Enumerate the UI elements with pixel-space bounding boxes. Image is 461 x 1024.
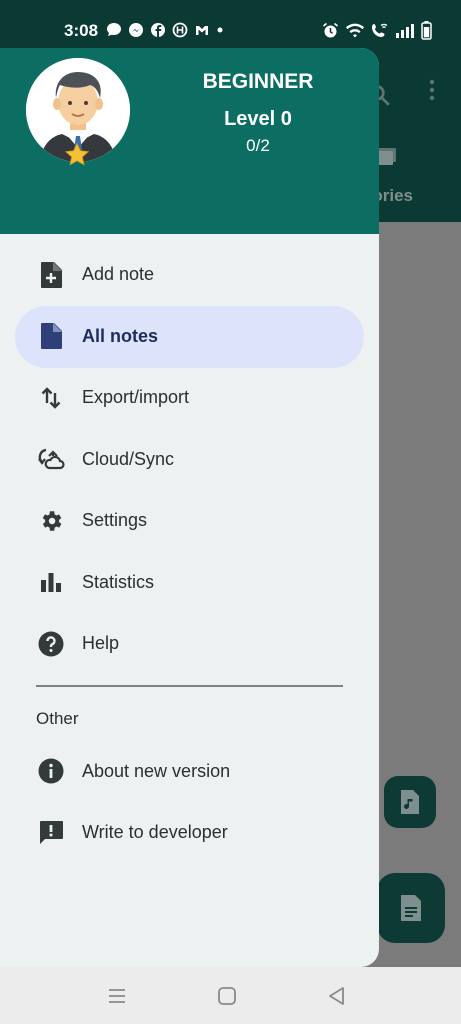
menu-item-label: Write to developer [82, 822, 228, 843]
messenger-icon [129, 23, 143, 37]
status-time: 3:08 [64, 21, 99, 40]
text-file-icon [401, 895, 421, 921]
battery-icon [421, 21, 432, 40]
system-icons [322, 21, 432, 40]
menu-item-about-new-version[interactable]: About new version [0, 741, 379, 803]
drawer-menu: Add note All notes Export/import Cloud/S… [0, 244, 379, 864]
gmail-icon [196, 26, 208, 35]
section-title: Other [0, 687, 379, 741]
menu-item-label: Settings [82, 510, 148, 531]
wifi-icon [346, 23, 364, 38]
star-badge-icon [64, 142, 90, 166]
more-vert-icon [429, 79, 435, 101]
menu-item-add-note[interactable]: Add note [0, 244, 379, 306]
gear-icon [37, 507, 65, 535]
menu-item-label: Statistics [82, 571, 155, 592]
menu-item-help[interactable]: Help [0, 613, 379, 675]
cloud-sync-icon [37, 445, 65, 473]
swap-vert-icon [37, 384, 65, 412]
dot-icon [217, 27, 223, 33]
chat-bubble-icon [107, 23, 121, 36]
alarm-icon [322, 22, 339, 38]
note-icon [37, 322, 65, 350]
signal-icon [396, 24, 414, 38]
feedback-icon [37, 819, 65, 847]
home-button[interactable] [216, 985, 238, 1007]
bar-chart-icon [37, 568, 65, 596]
info-icon [37, 757, 65, 785]
system-navigation-bar [0, 967, 461, 1024]
level-progress: 0/2 [246, 136, 270, 155]
add-text-note-button[interactable] [377, 873, 445, 943]
menu-item-label: All notes [82, 325, 159, 346]
section-title-label: Other [36, 708, 79, 728]
level-title: BEGINNER [202, 70, 314, 93]
menu-item-export-import[interactable]: Export/import [0, 367, 379, 429]
level-number: Level 0 [224, 108, 292, 130]
notification-icons [106, 22, 224, 38]
menu-item-cloud-sync[interactable]: Cloud/Sync [0, 429, 379, 491]
menu-item-write-to-developer[interactable]: Write to developer [0, 802, 379, 864]
menu-item-all-notes[interactable]: All notes [0, 305, 379, 368]
back-button[interactable] [326, 985, 348, 1007]
music-note-file-icon [401, 790, 419, 814]
add-audio-note-button[interactable] [384, 776, 436, 828]
menu-item-label: Cloud/Sync [82, 448, 175, 469]
active-indicator [15, 305, 364, 368]
facebook-icon [151, 23, 165, 37]
help-icon [37, 630, 65, 658]
menu-item-settings[interactable]: Settings [0, 490, 379, 552]
menu-item-label: Help [82, 633, 120, 654]
hub-icon [172, 22, 188, 38]
navigation-drawer: BEGINNER Level 0 0/2 Add note All notes … [0, 48, 379, 967]
wifi-call-icon [372, 23, 388, 37]
menu-item-label: About new version [82, 760, 231, 781]
drawer-header: BEGINNER Level 0 0/2 [0, 48, 379, 234]
menu-item-statistics[interactable]: Statistics [0, 552, 379, 614]
menu-item-label: Export/import [82, 387, 190, 408]
menu-item-label: Add note [82, 264, 155, 285]
recents-button[interactable] [106, 985, 128, 1007]
note-add-icon [37, 261, 65, 289]
